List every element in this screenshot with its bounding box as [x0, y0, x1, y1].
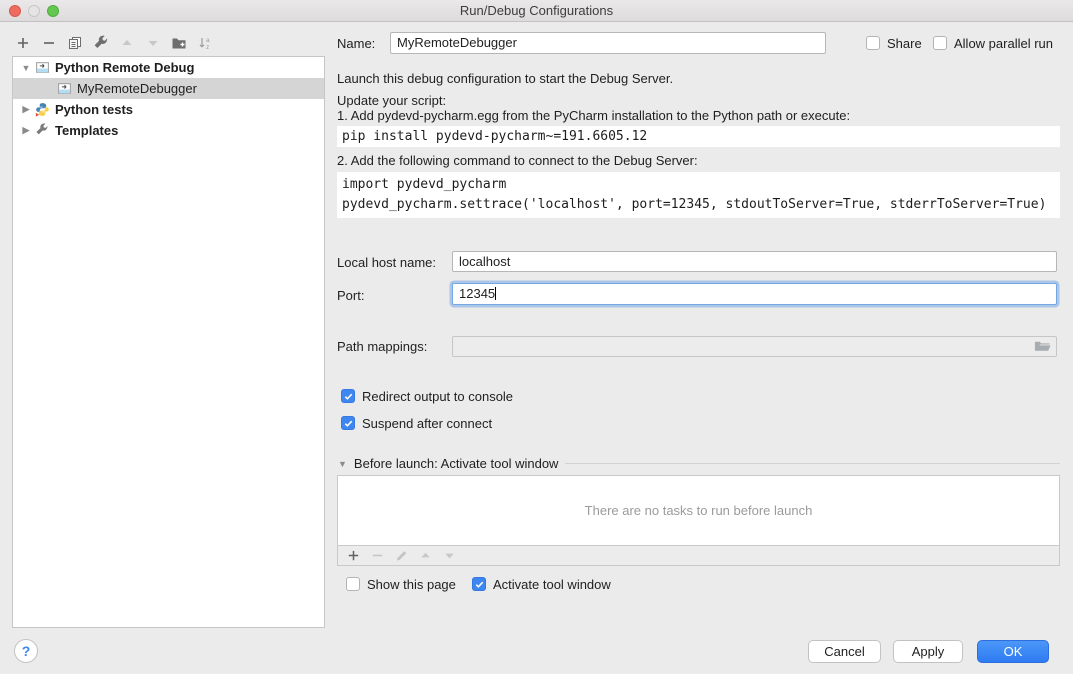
collapse-section-icon[interactable]: ▼: [338, 459, 347, 469]
minimize-window-button[interactable]: [28, 5, 40, 17]
run-configuration-icon: [35, 60, 50, 75]
show-this-page-checkbox[interactable]: [346, 577, 360, 591]
apply-button[interactable]: Apply: [893, 640, 963, 663]
suspend-after-connect-label: Suspend after connect: [362, 416, 492, 431]
text-caret: [495, 287, 496, 300]
pip-install-code: pip install pydevd-pycharm~=191.6605.12: [337, 126, 1060, 147]
edit-task-pencil-icon[interactable]: [394, 548, 409, 563]
create-folder-button[interactable]: [170, 35, 187, 52]
step-1-text: 1. Add pydevd-pycharm.egg from the PyCha…: [337, 108, 850, 123]
tree-item-python-tests[interactable]: ▶ Python tests: [13, 99, 324, 120]
expand-collapse-icon[interactable]: ▼: [21, 63, 31, 73]
tree-item-label: Python Remote Debug: [55, 60, 194, 75]
move-down-button[interactable]: [144, 35, 161, 52]
redirect-output-row: Redirect output to console: [341, 387, 513, 405]
move-task-up-button[interactable]: [418, 548, 433, 563]
local-host-name-label: Local host name:: [337, 255, 436, 270]
ok-button[interactable]: OK: [977, 640, 1049, 663]
copy-configuration-icon[interactable]: [66, 35, 83, 52]
expand-collapse-icon[interactable]: ▶: [21, 125, 31, 136]
allow-parallel-run-label: Allow parallel run: [954, 36, 1053, 51]
close-window-button[interactable]: [9, 5, 21, 17]
port-input[interactable]: 12345: [452, 283, 1057, 305]
activate-tool-window-label: Activate tool window: [493, 577, 611, 592]
tree-item-templates[interactable]: ▶ Templates: [13, 120, 324, 141]
allow-parallel-run-checkbox[interactable]: [933, 36, 947, 50]
svg-text:a: a: [206, 37, 210, 44]
show-this-page-label: Show this page: [367, 577, 456, 592]
configurations-tree: ▼ Python Remote Debug MyRemoteDebugger ▶…: [12, 56, 325, 628]
allow-parallel-checkbox-row: Allow parallel run: [933, 33, 1053, 53]
tasks-toolbar: [338, 545, 1059, 565]
expand-collapse-icon[interactable]: ▶: [21, 104, 31, 115]
redirect-output-label: Redirect output to console: [362, 389, 513, 404]
settrace-code-line-1: import pydevd_pycharm: [342, 177, 506, 192]
activate-tool-window-row: Activate tool window: [472, 575, 611, 593]
sort-alphabetically-button[interactable]: az: [196, 35, 213, 52]
name-input[interactable]: MyRemoteDebugger: [390, 32, 826, 54]
description-line-1: Launch this debug configuration to start…: [337, 71, 673, 86]
browse-folder-icon[interactable]: [1034, 339, 1051, 357]
help-button[interactable]: ?: [14, 639, 38, 663]
add-configuration-button[interactable]: [14, 35, 31, 52]
before-launch-tasks-panel: There are no tasks to run before launch: [337, 475, 1060, 566]
window-title: Run/Debug Configurations: [0, 0, 1073, 22]
window-controls: [9, 5, 59, 17]
edit-defaults-wrench-icon[interactable]: [92, 35, 109, 52]
before-launch-title: Before launch: Activate tool window: [354, 456, 559, 471]
cancel-button[interactable]: Cancel: [808, 640, 881, 663]
port-value: 12345: [459, 286, 495, 301]
remove-configuration-button[interactable]: [40, 35, 57, 52]
tree-item-label: MyRemoteDebugger: [77, 81, 197, 96]
configurations-toolbar: az: [14, 31, 213, 55]
share-checkbox[interactable]: [866, 36, 880, 50]
share-checkbox-row: Share: [866, 33, 922, 53]
move-up-button[interactable]: [118, 35, 135, 52]
remove-task-button[interactable]: [370, 548, 385, 563]
title-bar: Run/Debug Configurations: [0, 0, 1073, 22]
path-mappings-input[interactable]: [452, 336, 1057, 357]
path-mappings-label: Path mappings:: [337, 339, 427, 354]
suspend-after-connect-row: Suspend after connect: [341, 414, 492, 432]
before-launch-header: ▼ Before launch: Activate tool window: [338, 456, 1060, 471]
wrench-icon: [35, 123, 50, 138]
port-label: Port:: [337, 288, 364, 303]
local-host-name-input[interactable]: localhost: [452, 251, 1057, 272]
description-line-2: Update your script:: [337, 93, 446, 108]
tree-item-python-remote-debug[interactable]: ▼ Python Remote Debug: [13, 57, 324, 78]
tree-item-label: Templates: [55, 123, 118, 138]
activate-tool-window-checkbox[interactable]: [472, 577, 486, 591]
python-icon: [35, 102, 50, 117]
run-configuration-icon: [57, 81, 72, 96]
section-separator-line: [565, 463, 1060, 464]
settrace-code-block: import pydevd_pycharm pydevd_pycharm.set…: [337, 172, 1060, 218]
redirect-output-checkbox[interactable]: [341, 389, 355, 403]
name-value: MyRemoteDebugger: [397, 35, 517, 50]
suspend-after-connect-checkbox[interactable]: [341, 416, 355, 430]
zoom-window-button[interactable]: [47, 5, 59, 17]
add-task-button[interactable]: [346, 548, 361, 563]
tree-item-label: Python tests: [55, 102, 133, 117]
tree-item-myremotedebugger[interactable]: MyRemoteDebugger: [13, 78, 324, 99]
settrace-code-line-2: pydevd_pycharm.settrace('localhost', por…: [342, 197, 1046, 212]
move-task-down-button[interactable]: [442, 548, 457, 563]
show-this-page-row: Show this page: [346, 575, 456, 593]
local-host-name-value: localhost: [459, 254, 510, 269]
share-label: Share: [887, 36, 922, 51]
step-2-text: 2. Add the following command to connect …: [337, 153, 698, 168]
svg-text:z: z: [206, 44, 209, 51]
no-tasks-message: There are no tasks to run before launch: [338, 476, 1059, 545]
name-label: Name:: [337, 36, 375, 51]
